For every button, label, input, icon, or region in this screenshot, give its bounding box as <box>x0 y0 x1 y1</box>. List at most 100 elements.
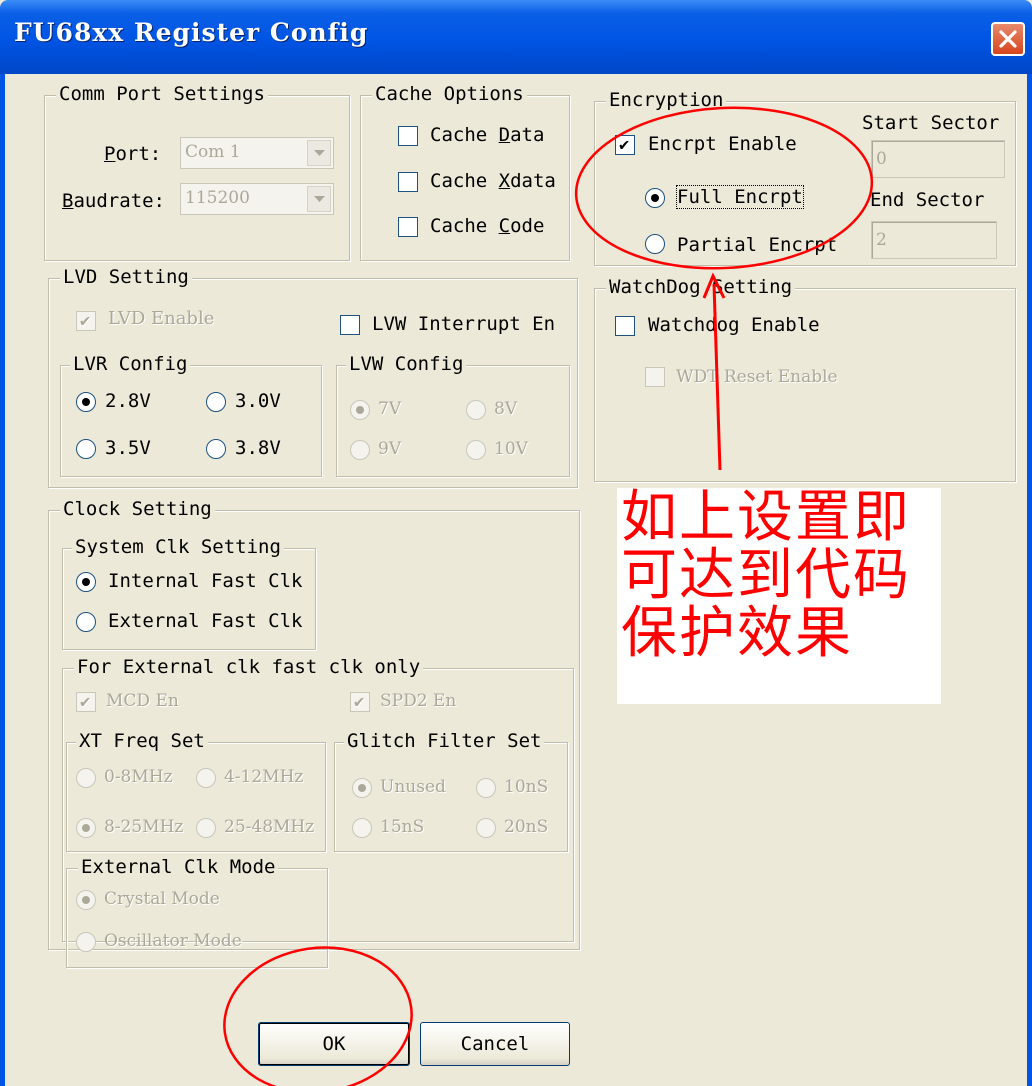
lvr-3-8v-radio[interactable] <box>206 439 226 459</box>
cache-code-checkbox[interactable] <box>398 217 418 237</box>
external-fast-clk-radio[interactable] <box>76 612 96 632</box>
xt-8-25mhz-label[interactable]: 8-25MHz <box>104 816 183 838</box>
port-label: Port: <box>104 143 162 165</box>
lvw-config-group <box>336 365 570 477</box>
wdt-reset-checkbox[interactable] <box>645 367 665 387</box>
lvr-3-0v-label[interactable]: 3.0V <box>235 390 281 412</box>
mcd-en-checkbox[interactable]: ✔ <box>76 692 96 712</box>
end-sector-field[interactable]: 2 <box>871 221 997 259</box>
xt-4-12mhz-radio[interactable] <box>196 768 216 788</box>
glitch-20ns-label[interactable]: 20nS <box>504 816 548 838</box>
internal-fast-clk-radio[interactable] <box>76 572 96 592</box>
xt-25-48mhz-label[interactable]: 25-48MHz <box>224 816 314 838</box>
xt-4-12mhz-label[interactable]: 4-12MHz <box>224 766 303 788</box>
lvw-interrupt-checkbox[interactable] <box>340 315 360 335</box>
glitch-15ns-label[interactable]: 15nS <box>380 816 424 838</box>
xt-0-8mhz-radio[interactable] <box>76 768 96 788</box>
cache-code-label[interactable]: Cache Code <box>430 215 544 237</box>
lvr-2-8v-label[interactable]: 2.8V <box>105 390 151 412</box>
glitch-10ns-radio[interactable] <box>476 778 496 798</box>
lvw-8v-label[interactable]: 8V <box>494 398 517 420</box>
ok-button[interactable]: OK <box>258 1022 410 1066</box>
xt-8-25mhz-radio[interactable] <box>76 818 96 838</box>
partial-encrypt-radio[interactable] <box>645 234 665 254</box>
crystal-mode-radio[interactable] <box>76 890 96 910</box>
lvw-config-title: LVW Config <box>346 353 467 375</box>
cache-data-label[interactable]: Cache Data <box>430 124 544 146</box>
glitch-unused-radio[interactable] <box>352 778 372 798</box>
glitch-20ns-radio[interactable] <box>476 818 496 838</box>
lvr-3-0v-radio[interactable] <box>206 392 226 412</box>
oscillator-mode-label[interactable]: Oscillator Mode <box>104 930 242 952</box>
lvw-10v-label[interactable]: 10V <box>494 438 528 460</box>
checkmark-icon: ✔ <box>80 311 91 331</box>
end-sector-label: End Sector <box>870 189 985 211</box>
system-clk-title: System Clk Setting <box>72 536 284 558</box>
spd2-en-checkbox[interactable]: ✔ <box>350 692 370 712</box>
chevron-down-icon <box>314 150 325 156</box>
cancel-button[interactable]: Cancel <box>420 1022 570 1066</box>
radio-selected-dot <box>82 824 90 832</box>
glitch-10ns-label[interactable]: 10nS <box>504 776 548 798</box>
title-bar[interactable]: FU68xx Register Config <box>0 0 1032 74</box>
baudrate-select[interactable]: 115200 <box>180 183 334 215</box>
lvw-9v-label[interactable]: 9V <box>378 438 401 460</box>
glitch-filter-title: Glitch Filter Set <box>344 730 545 752</box>
port-select[interactable]: Com 1 <box>180 137 334 169</box>
encrypt-enable-checkbox[interactable]: ✔ <box>615 135 635 155</box>
lvr-3-5v-radio[interactable] <box>76 439 96 459</box>
encrypt-enable-label[interactable]: Encrpt Enable <box>648 133 797 155</box>
annotation-line-1: 如上设置即 <box>621 485 911 550</box>
end-sector-value: 2 <box>876 230 887 250</box>
oscillator-mode-radio[interactable] <box>76 932 96 952</box>
lvd-enable-label[interactable]: LVD Enable <box>108 308 214 330</box>
radio-selected-dot <box>358 784 366 792</box>
partial-encrypt-label[interactable]: Partial Encrpt <box>677 234 837 256</box>
external-fast-clk-label[interactable]: External Fast Clk <box>108 610 302 632</box>
port-value: Com 1 <box>185 142 241 162</box>
glitch-15ns-radio[interactable] <box>352 818 372 838</box>
close-button[interactable] <box>991 22 1025 56</box>
cache-options-title: Cache Options <box>372 83 527 105</box>
internal-fast-clk-label[interactable]: Internal Fast Clk <box>108 570 302 592</box>
lvw-8v-radio[interactable] <box>466 400 486 420</box>
wdt-reset-label[interactable]: WDT Reset Enable <box>676 366 838 388</box>
comm-port-group <box>44 95 350 261</box>
baudrate-dropdown-button[interactable] <box>307 186 331 212</box>
mcd-en-label[interactable]: MCD En <box>106 690 179 712</box>
start-sector-field[interactable]: 0 <box>871 140 1005 178</box>
xt-0-8mhz-label[interactable]: 0-8MHz <box>104 766 173 788</box>
radio-selected-dot <box>82 398 90 406</box>
lvw-7v-label[interactable]: 7V <box>378 398 401 420</box>
glitch-unused-label[interactable]: Unused <box>380 776 446 798</box>
lvr-2-8v-radio[interactable] <box>76 392 96 412</box>
port-dropdown-button[interactable] <box>307 140 331 166</box>
lvw-10v-radio[interactable] <box>466 440 486 460</box>
start-sector-label: Start Sector <box>862 112 1000 134</box>
lvr-3-5v-label[interactable]: 3.5V <box>105 437 151 459</box>
system-clk-group <box>62 548 316 650</box>
annotation-line-3: 保护效果 <box>621 601 853 666</box>
lvr-3-8v-label[interactable]: 3.8V <box>235 437 281 459</box>
spd2-en-label[interactable]: SPD2 En <box>380 690 456 712</box>
cache-xdata-label[interactable]: Cache Xdata <box>430 170 556 192</box>
cache-data-checkbox[interactable] <box>398 126 418 146</box>
full-encrypt-radio[interactable] <box>645 188 665 208</box>
external-clk-mode-group <box>66 868 328 968</box>
close-icon <box>999 30 1017 48</box>
watchdog-enable-label[interactable]: Watchdog Enable <box>648 314 820 336</box>
window-frame-right <box>1027 74 1032 1086</box>
cache-xdata-checkbox[interactable] <box>398 172 418 192</box>
window-frame-left <box>0 74 5 1086</box>
watchdog-enable-checkbox[interactable] <box>615 316 635 336</box>
external-clk-mode-title: External Clk Mode <box>78 856 279 878</box>
lvw-9v-radio[interactable] <box>350 440 370 460</box>
baudrate-label: Baudrate: <box>62 190 165 212</box>
crystal-mode-label[interactable]: Crystal Mode <box>104 888 220 910</box>
xt-25-48mhz-radio[interactable] <box>196 818 216 838</box>
lvw-interrupt-label[interactable]: LVW Interrupt En <box>372 313 555 335</box>
checkmark-icon: ✔ <box>619 135 630 155</box>
full-encrypt-label[interactable]: Full Encrpt <box>676 185 804 209</box>
lvw-7v-radio[interactable] <box>350 400 370 420</box>
lvd-enable-checkbox[interactable]: ✔ <box>76 311 96 331</box>
